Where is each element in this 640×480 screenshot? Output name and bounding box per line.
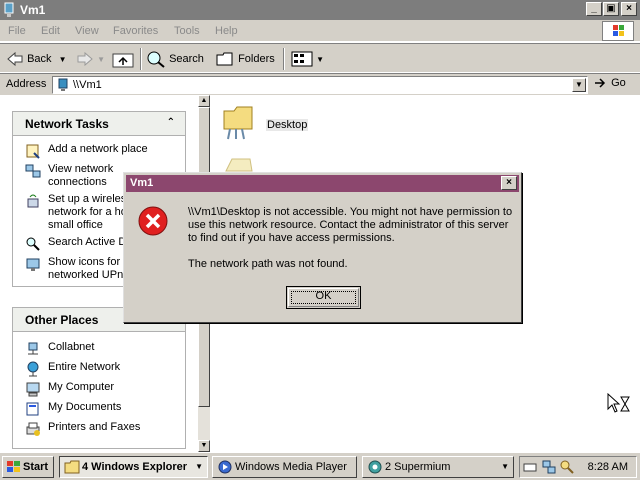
task-windows-explorer[interactable]: 4 Windows Explorer ▼: [59, 456, 208, 478]
system-tray: 8:28 AM: [519, 456, 637, 478]
up-folder-icon: [112, 53, 134, 68]
entire-network-icon: [27, 361, 39, 377]
scroll-up-button[interactable]: ▲: [198, 95, 210, 107]
menu-file[interactable]: File: [8, 25, 26, 37]
minimize-button[interactable]: _: [586, 2, 602, 16]
start-label: Start: [23, 461, 49, 473]
shared-folder-icon: [223, 106, 253, 140]
scroll-down-button[interactable]: ▼: [198, 440, 210, 452]
network-share-icon: [28, 342, 38, 355]
address-dropdown-button[interactable]: ▼: [572, 78, 586, 92]
folders-icon: [216, 52, 233, 66]
partial-folder-icon: [225, 158, 253, 172]
error-dialog: Vm1 × \\Vm1\Desktop is not accessible. Y…: [123, 172, 522, 323]
chevron-down-icon[interactable]: ▼: [97, 55, 105, 64]
menu-favorites[interactable]: Favorites: [113, 25, 158, 37]
menu-view[interactable]: View: [75, 25, 99, 37]
go-button[interactable]: Go: [594, 77, 626, 89]
standard-toolbar: Back ▼ ▼ Search Folders ▼: [0, 43, 640, 73]
network-tray-icon[interactable]: [541, 459, 557, 475]
add-network-place-icon: [26, 144, 40, 159]
folder-icon: [64, 460, 80, 474]
wireless-network-icon: [27, 194, 39, 208]
windows-flag-icon: [7, 461, 20, 472]
menu-bar: File Edit View Favorites Tools Help: [0, 20, 640, 42]
printers-faxes-icon: [26, 422, 40, 436]
task-windows-media-player[interactable]: Windows Media Player: [212, 456, 357, 478]
dialog-message: \\Vm1\Desktop is not accessible. You mig…: [188, 206, 513, 244]
windows-logo-icon: [602, 21, 634, 41]
address-input[interactable]: \\Vm1 ▼: [52, 76, 588, 94]
back-button[interactable]: Back ▼: [6, 49, 67, 69]
search-button[interactable]: Search: [146, 49, 204, 69]
back-label: Back: [27, 53, 52, 65]
go-arrow-icon: [595, 78, 606, 88]
folders-label: Folders: [238, 53, 275, 65]
start-button[interactable]: Start: [2, 456, 54, 478]
upnp-devices-icon: [26, 258, 40, 271]
media-player-icon: [218, 460, 232, 474]
network-computer-icon: [58, 78, 68, 91]
dialog-title: Vm1: [130, 177, 154, 189]
ok-label: OK: [315, 290, 332, 302]
menu-help[interactable]: Help: [215, 25, 238, 37]
up-folder-button[interactable]: [112, 49, 134, 69]
dialog-detail: The network path was not found.: [188, 258, 348, 270]
my-computer-icon: [26, 382, 40, 397]
maximize-button[interactable]: ▣: [603, 2, 619, 16]
window-title: Vm1: [20, 3, 46, 17]
views-icon: [291, 51, 313, 67]
menu-edit[interactable]: Edit: [41, 25, 60, 37]
search-label: Search: [169, 53, 204, 65]
toolbar-separator: [140, 48, 142, 70]
forward-button[interactable]: ▼: [76, 49, 105, 69]
address-label: Address: [6, 78, 47, 90]
error-icon: [138, 206, 168, 236]
go-label: Go: [611, 77, 626, 89]
busy-cursor-icon: [607, 393, 630, 413]
task-supermium[interactable]: 2 Supermium ▼: [362, 456, 514, 478]
other-places-title: Other Places: [25, 313, 99, 327]
keyboard-icon[interactable]: [523, 460, 537, 474]
network-tasks-header[interactable]: Network Tasks ⌃: [13, 112, 185, 136]
chevron-down-icon: ▼: [501, 462, 509, 471]
browser-icon: [368, 460, 382, 474]
network-computer-icon: [4, 2, 14, 17]
collapse-chevron-icon[interactable]: ⌃: [167, 117, 175, 128]
dialog-title-bar[interactable]: Vm1 ×: [126, 175, 519, 192]
chevron-down-icon[interactable]: ▼: [316, 55, 324, 64]
dialog-close-button[interactable]: ×: [501, 176, 517, 190]
back-arrow-icon: [7, 52, 23, 67]
close-button[interactable]: ×: [621, 2, 637, 16]
ok-button[interactable]: OK: [286, 286, 361, 309]
my-documents-icon: [26, 402, 39, 416]
other-places-panel: Other Places Collabnet Entire Network My…: [12, 307, 186, 449]
taskbar: Start 4 Windows Explorer ▼ Windows Media…: [0, 452, 640, 480]
search-directory-icon: [26, 237, 40, 251]
window-title-bar[interactable]: Vm1 _ ▣ ×: [0, 0, 640, 20]
address-bar: Address \\Vm1 ▼ Go: [0, 73, 640, 95]
chevron-down-icon: ▼: [195, 462, 203, 471]
address-value: \\Vm1: [73, 79, 102, 91]
clock[interactable]: 8:28 AM: [588, 461, 628, 473]
desktop-label: Desktop: [266, 119, 309, 131]
folders-button[interactable]: Folders: [215, 49, 275, 69]
toolbar-separator: [283, 48, 285, 70]
menu-tools[interactable]: Tools: [174, 25, 200, 37]
network-connections-icon: [25, 164, 41, 178]
views-button[interactable]: ▼: [291, 49, 324, 69]
network-tasks-title: Network Tasks: [25, 117, 109, 131]
search-icon: [147, 51, 165, 68]
search-tray-icon[interactable]: [559, 459, 575, 475]
forward-arrow-icon: [77, 52, 93, 67]
chevron-down-icon[interactable]: ▼: [59, 55, 67, 64]
